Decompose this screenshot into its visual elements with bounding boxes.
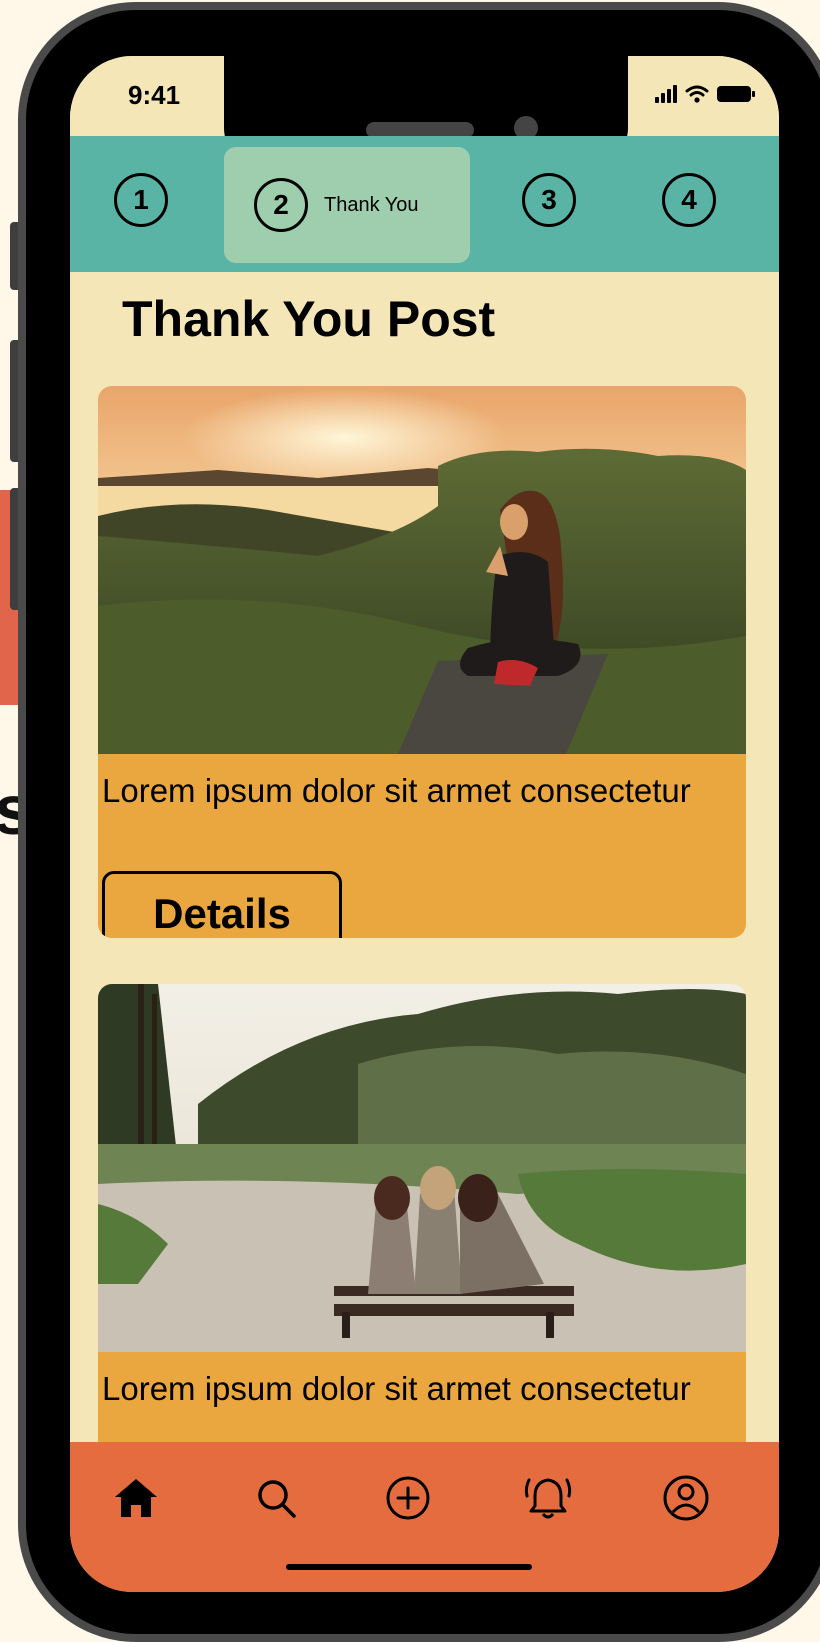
- nav-create[interactable]: [380, 1470, 436, 1526]
- post-image-meditation: [98, 386, 746, 754]
- post-image-friends-bench: [98, 984, 746, 1352]
- battery-icon: [717, 86, 755, 102]
- wifi-icon: [685, 85, 709, 103]
- search-icon: [258, 1480, 296, 1518]
- phone-screen: 9:41 1 2 Thank You 3 4 Thank You Post Lo…: [70, 56, 779, 1592]
- details-button[interactable]: Details: [102, 871, 342, 938]
- status-time: 9:41: [128, 80, 181, 110]
- step-4[interactable]: 4: [662, 170, 716, 230]
- page-title: Thank You Post: [122, 291, 496, 347]
- step-number: 4: [662, 173, 716, 227]
- step-number: 1: [114, 173, 168, 227]
- post-card: Lorem ipsum dolor sit armet consectetur …: [98, 386, 746, 938]
- nav-notifications[interactable]: [520, 1470, 576, 1526]
- step-2-active[interactable]: 2 Thank You: [224, 147, 470, 263]
- home-indicator: [286, 1564, 532, 1570]
- step-label: Thank You: [324, 193, 419, 216]
- progress-stepper: 1 2 Thank You 3 4: [70, 136, 779, 272]
- step-number: 3: [522, 173, 576, 227]
- nav-home[interactable]: [108, 1470, 164, 1526]
- home-icon: [115, 1479, 157, 1517]
- step-number: 2: [254, 178, 308, 232]
- nav-profile[interactable]: [658, 1470, 714, 1526]
- bell-ringing-icon: [524, 1478, 572, 1519]
- post-description: Lorem ipsum dolor sit armet consectetur: [102, 1370, 691, 1407]
- profile-icon: [663, 1475, 709, 1521]
- post-description: Lorem ipsum dolor sit armet consectetur: [102, 772, 691, 809]
- add-circle-icon: [386, 1476, 430, 1520]
- signal-icon: [655, 85, 677, 103]
- post-card-body: Lorem ipsum dolor sit armet consectetur …: [98, 754, 746, 938]
- step-3[interactable]: 3: [522, 170, 576, 230]
- step-1[interactable]: 1: [114, 170, 168, 230]
- status-icons: [655, 84, 755, 104]
- nav-search[interactable]: [248, 1470, 304, 1526]
